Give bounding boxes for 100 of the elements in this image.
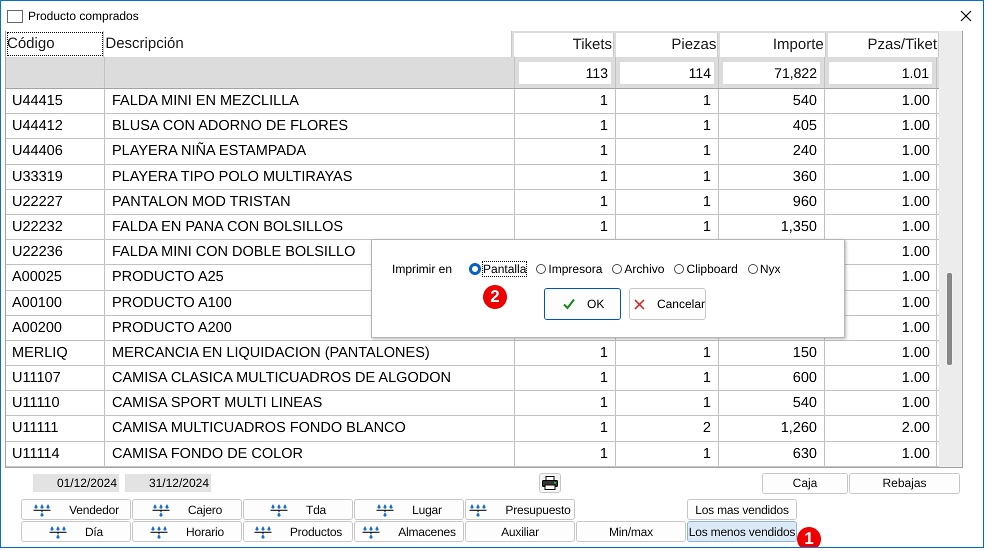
table-cell: 1 [600,370,608,386]
side-button[interactable]: Caja [762,472,848,494]
report-button[interactable]: Día [21,521,131,542]
drops-icon [152,502,170,516]
report-button[interactable]: Lugar [354,499,464,520]
table-cell: 630 [792,446,817,462]
total-field: 114 [620,62,714,84]
radio-option[interactable]: Nyx [748,262,780,276]
drops-icon [362,524,380,538]
table-cell: 1 [600,194,608,210]
cancel-button[interactable]: Cancelar [629,288,706,320]
step-badge: 2 [483,285,507,309]
column-header[interactable]: Importe [720,33,826,57]
ok-button[interactable]: OK [544,288,621,320]
table-cell: U44406 [12,143,63,160]
drops-icon [376,502,394,516]
table-cell: 1.00 [902,118,930,134]
date-field[interactable]: 31/12/2024 [125,474,211,492]
table-cell: MERLIQ [12,344,68,361]
table-cell: 1 [600,168,608,185]
table-cell: A00200 [12,320,62,336]
table-cell: PLAYERA TIPO POLO MULTIRAYAS [112,168,352,185]
total-field: 1.01 [829,62,932,84]
total-field: 113 [519,62,611,84]
table-cell: 1 [600,420,608,436]
table-cell: 1 [600,93,608,109]
table-cell: 1.00 [902,395,930,412]
table-cell: 1 [702,143,711,160]
table-cell: U11110 [12,395,60,412]
table-cell: 1 [702,370,711,386]
table-cell: PLAYERA NIÑA ESTAMPADA [112,143,306,160]
report-button[interactable]: Horario [132,521,242,542]
table-cell: PRODUCTO A25 [112,269,224,286]
report-button[interactable]: Cajero [132,499,242,520]
table-cell: 1 [702,93,711,109]
step-badge: 1 [797,527,821,547]
drops-icon [150,524,168,538]
date-field[interactable]: 01/12/2024 [33,474,119,492]
table-cell: 1.00 [902,344,930,361]
table-cell: 1.00 [902,244,930,260]
table-cell: MERCANCIA EN LIQUIDACION (PANTALONES) [112,344,430,361]
table-cell: 540 [792,93,817,109]
table-cell: 1 [600,395,608,412]
column-header[interactable]: Tikets [514,33,614,57]
table-cell: 405 [792,118,817,134]
check-icon [563,298,575,310]
table-cell: 1 [702,395,711,412]
report-button[interactable]: Los menos vendidos [687,521,797,542]
print-button[interactable] [539,473,561,493]
table-cell: 150 [792,344,817,361]
table-cell: U22227 [12,194,63,210]
column-header[interactable]: Piezas [616,33,718,57]
table-cell: PRODUCTO A200 [112,320,232,336]
table-cell: U11107 [12,370,61,386]
table-cell: PANTALON MOD TRISTAN [112,194,291,210]
table-cell: FALDA MINI CON DOBLE BOLSILLO [112,244,356,260]
dialog-label: Imprimir en [392,262,452,276]
table-cell: 1 [702,344,711,361]
table-cell: U11114 [12,446,60,462]
column-header[interactable]: Pzas/Tiket [828,33,939,57]
report-button[interactable]: Presupuesto [465,499,575,520]
report-button[interactable]: Auxiliar [465,521,575,542]
drops-icon [254,524,272,538]
table-cell: 2.00 [902,420,930,436]
table-cell: 1 [702,168,711,185]
column-header[interactable]: Código [6,31,104,57]
side-button[interactable]: Rebajas [849,472,960,494]
report-button[interactable]: Vendedor [21,499,131,520]
table-cell: PRODUCTO A100 [112,294,232,310]
table-cell: 960 [792,194,817,210]
radio-option[interactable]: Archivo [612,262,664,276]
window-title: Producto comprados [28,9,139,23]
column-header[interactable]: Descripción [104,31,512,57]
report-button[interactable]: Productos [243,521,353,542]
table-cell: 1 [702,118,711,134]
window-icon [7,10,23,22]
drops-icon [48,524,67,538]
table-cell: 1 [600,218,608,235]
table-cell: 1 [600,143,608,160]
table-cell: 1.00 [902,446,930,462]
report-button[interactable]: Min/max [576,521,686,542]
table-cell: U44415 [12,93,63,109]
report-button[interactable]: Almacenes [354,521,464,542]
table-cell: CAMISA MULTICUADROS FONDO BLANCO [112,420,406,436]
table-cell: CAMISA FONDO DE COLOR [112,446,303,462]
table-cell: 1.00 [902,370,930,386]
report-button[interactable]: Tda [243,499,353,520]
drops-icon [469,502,488,516]
table-cell: CAMISA SPORT MULTI LINEAS [112,395,322,412]
scrollbar-thumb[interactable] [947,273,952,365]
radio-option[interactable]: Pantalla [469,262,526,276]
table-cell: 1 [600,446,608,462]
close-icon[interactable] [960,10,972,22]
radio-option[interactable]: Impresora [536,262,602,276]
table-cell: 1.00 [902,320,930,336]
table-cell: A00025 [12,269,62,286]
table-cell: FALDA EN PANA CON BOLSILLOS [112,218,344,235]
radio-option[interactable]: Clipboard [674,262,738,276]
report-button[interactable]: Los mas vendidos [687,499,797,520]
table-cell: 1 [702,446,711,462]
